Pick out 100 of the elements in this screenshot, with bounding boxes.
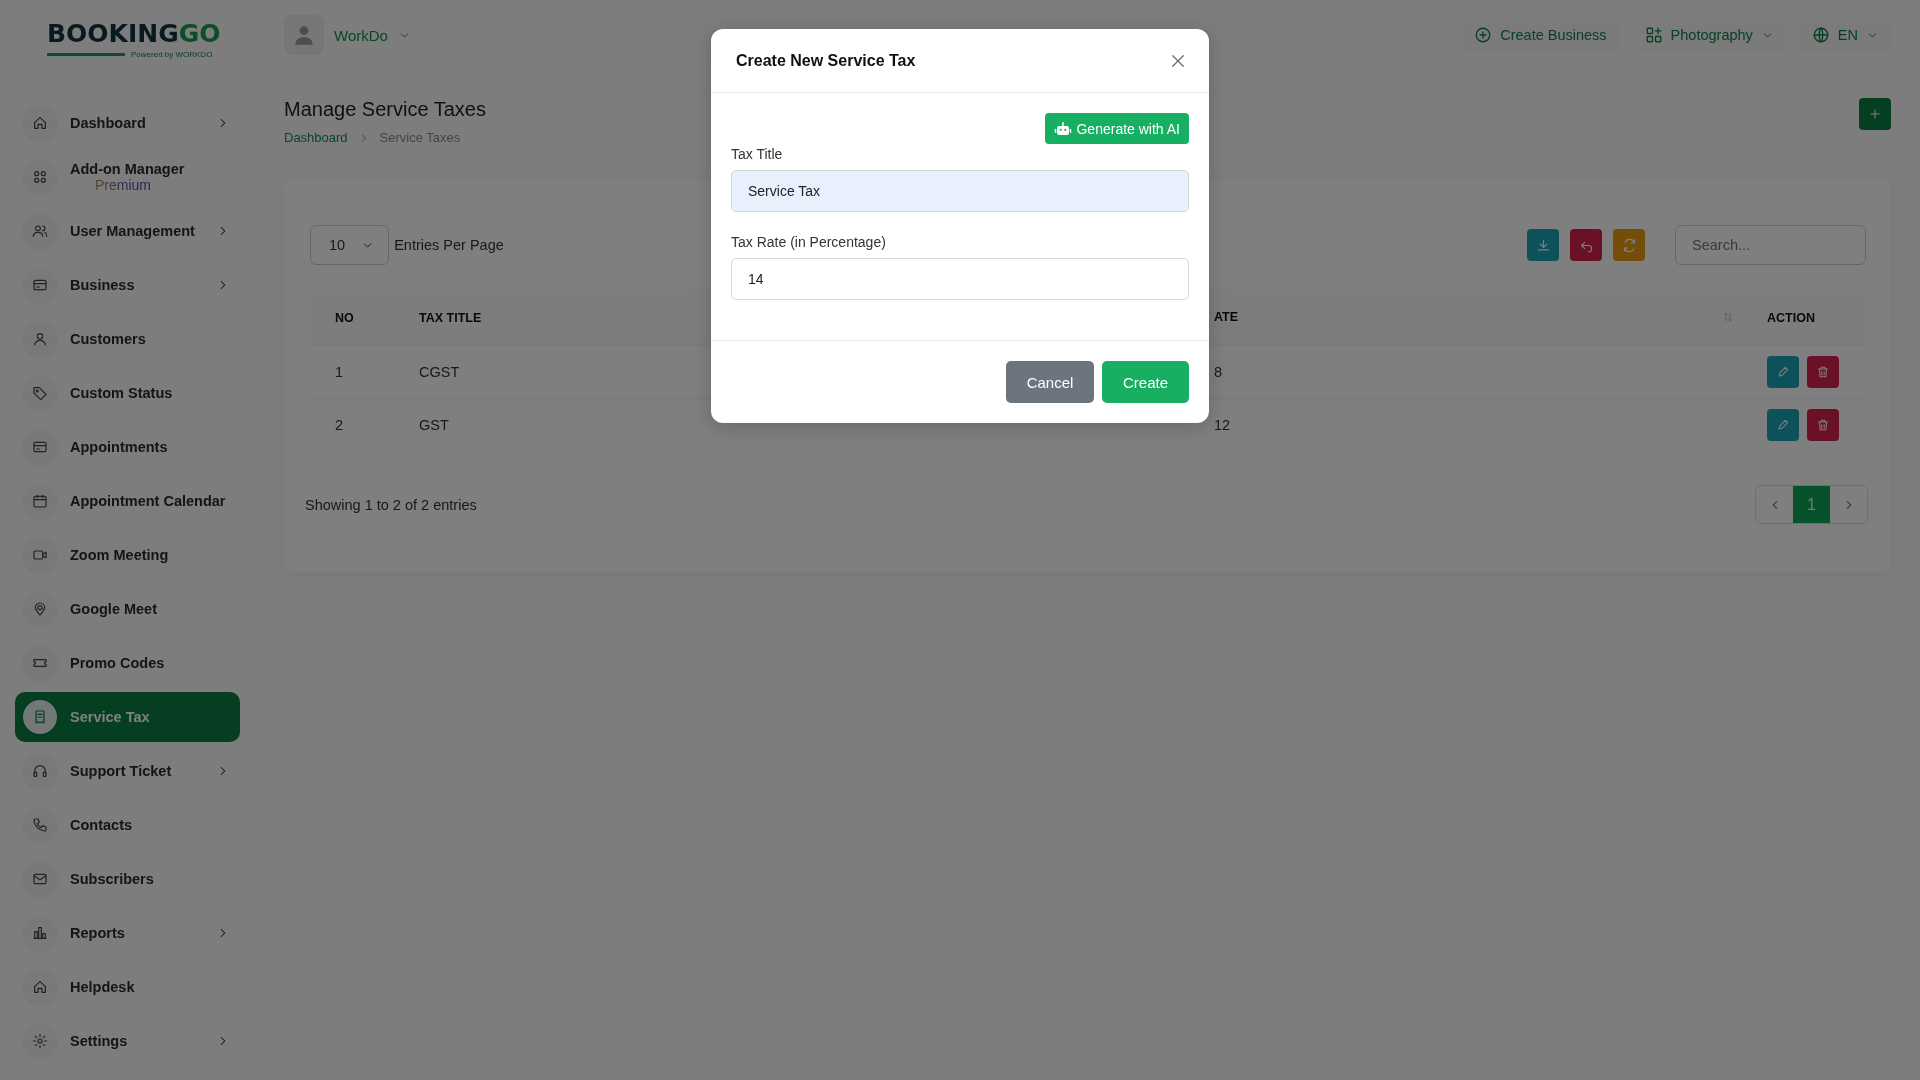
sidebar-label: Subscribers — [70, 871, 155, 887]
table-cell: 2 — [335, 417, 344, 433]
sidebar-label: Custom Status — [70, 385, 174, 401]
sidebar-label: Zoom Meeting — [70, 547, 170, 563]
logo: BOOKINGGO — [47, 20, 221, 48]
column-header: ACTION — [1767, 311, 1815, 325]
logo-tagline: Powered by WORKDO — [131, 50, 213, 59]
sidebar-label: Service Tax — [70, 709, 151, 725]
tag-icon — [32, 385, 48, 401]
entries-select[interactable]: 10 — [310, 225, 390, 265]
table-cell: 8 — [1214, 364, 1223, 380]
sidebar-label: Add-on Manager — [70, 161, 186, 177]
sidebar-label: Reports — [70, 925, 126, 941]
globe-icon — [1811, 26, 1830, 44]
sidebar-label: Customers — [70, 331, 147, 347]
field-label: Tax Rate (in Percentage) — [731, 234, 887, 250]
table-cell: 12 — [1214, 417, 1231, 433]
sidebar-item[interactable]: Dashboard — [15, 98, 240, 148]
receipt-icon — [32, 709, 48, 725]
sidebar-item[interactable]: Promo Codes — [15, 638, 240, 688]
sidebar-label: Business — [70, 277, 136, 293]
bar-chart-icon — [32, 925, 48, 941]
sidebar-item[interactable]: Add-on Manager Premium — [15, 152, 240, 202]
calendar-icon — [32, 493, 48, 509]
sidebar-item[interactable]: Google Meet — [15, 584, 240, 634]
plus-icon — [1868, 107, 1882, 121]
table-cell: GST — [419, 417, 449, 433]
page-title: Manage Service Taxes — [284, 98, 486, 121]
avatar-icon — [284, 15, 324, 55]
sidebar-label: Appointments — [70, 439, 169, 455]
table-cell: CGST — [419, 364, 460, 380]
modal-title: Create New Service Tax — [736, 51, 916, 70]
sidebar-item[interactable]: Appointments — [15, 422, 240, 472]
sidebar-item[interactable]: Appointment Calendar — [15, 476, 240, 526]
create-button[interactable]: Create — [1102, 361, 1189, 403]
card-icon — [32, 439, 48, 455]
field-label: Tax Title — [731, 146, 784, 162]
settings-icon — [32, 1033, 48, 1049]
edit-button[interactable] — [1767, 356, 1799, 388]
undo-button[interactable] — [1570, 229, 1602, 261]
sidebar-label: Dashboard — [70, 115, 147, 131]
download-icon — [1535, 237, 1551, 253]
column-header: NO — [335, 311, 354, 325]
entries-summary: Showing 1 to 2 of 2 entries — [305, 496, 477, 513]
house-icon — [32, 115, 48, 131]
sidebar-label: Support Ticket — [70, 763, 173, 779]
trash-icon — [1816, 365, 1830, 379]
sidebar-label: Appointment Calendar — [70, 493, 227, 509]
sidebar-item[interactable]: Contacts — [15, 800, 240, 850]
map-pin-icon — [32, 601, 48, 617]
sidebar-item[interactable]: Business — [15, 260, 240, 310]
sidebar-item[interactable]: Subscribers — [15, 854, 240, 904]
refresh-button[interactable] — [1613, 229, 1645, 261]
cancel-button[interactable]: Cancel — [1006, 361, 1094, 403]
entries-label: Entries Per Page — [394, 237, 504, 253]
input-field[interactable]: Service Tax — [731, 170, 1189, 212]
sidebar-item[interactable]: Customers — [15, 314, 240, 364]
house-icon — [32, 979, 48, 995]
video-camera-icon — [32, 547, 48, 563]
pencil-icon — [1776, 365, 1790, 379]
sidebar-label: Helpdesk — [70, 979, 136, 995]
grid-icon — [32, 169, 48, 185]
breadcrumb-current: Service Taxes — [379, 130, 461, 145]
envelope-icon — [32, 871, 48, 887]
sidebar-label: Google Meet — [70, 601, 158, 617]
download-button[interactable] — [1527, 229, 1559, 261]
sidebar-item[interactable]: User Management — [15, 206, 240, 256]
plus-circle-icon — [1474, 26, 1493, 44]
sidebar-label: Promo Codes — [70, 655, 166, 671]
column-header: ATE — [1214, 310, 1239, 324]
headset-icon — [32, 763, 48, 779]
card-icon — [32, 277, 48, 293]
workspace-selector[interactable]: WorkDo — [284, 15, 421, 55]
add-button[interactable] — [1859, 98, 1891, 130]
workspace-name: WorkDo — [334, 26, 388, 44]
generate-ai-button[interactable]: Generate with AI — [1045, 113, 1189, 144]
sidebar-item[interactable]: Helpdesk — [15, 962, 240, 1012]
sidebar-item[interactable]: Service Tax — [15, 692, 240, 742]
sidebar-item[interactable]: Reports — [15, 908, 240, 958]
column-header: TAX TITLE — [419, 311, 482, 325]
table-cell: 1 — [335, 364, 344, 380]
breadcrumb-link[interactable]: Dashboard — [284, 130, 348, 145]
sidebar-item[interactable]: Support Ticket — [15, 746, 240, 796]
delete-button[interactable] — [1807, 356, 1839, 388]
sidebar-item[interactable]: Zoom Meeting — [15, 530, 240, 580]
users-icon — [32, 223, 48, 239]
sidebar-label: Contacts — [70, 817, 134, 833]
edit-button[interactable] — [1767, 409, 1799, 441]
sidebar-item[interactable]: Settings — [15, 1016, 240, 1066]
pencil-icon — [1776, 418, 1790, 432]
delete-button[interactable] — [1807, 409, 1839, 441]
trash-icon — [1816, 418, 1830, 432]
sidebar-label: User Management — [70, 223, 196, 239]
grid-plus-icon — [1644, 26, 1663, 44]
input-field[interactable]: 14 — [731, 258, 1189, 300]
search-field[interactable]: Search... — [1675, 225, 1866, 265]
robot-icon — [1054, 119, 1073, 138]
user-icon — [32, 331, 48, 347]
sidebar-item[interactable]: Custom Status — [15, 368, 240, 418]
refresh-icon — [1621, 237, 1637, 253]
